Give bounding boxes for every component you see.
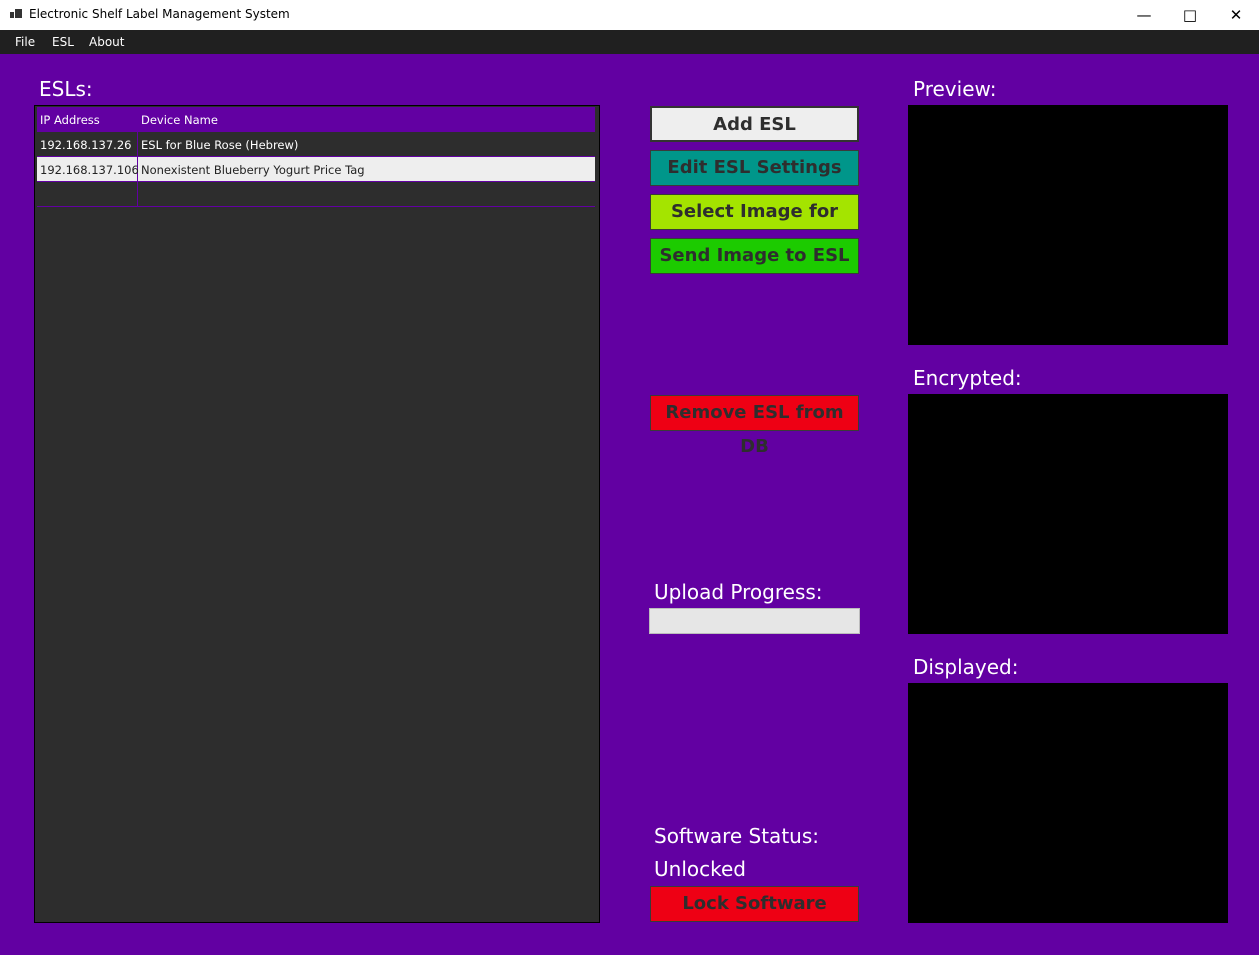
displayed-label: Displayed: — [913, 655, 1019, 679]
app-icon — [10, 9, 22, 19]
send-image-button[interactable]: Send Image to ESL — [650, 238, 859, 274]
close-icon[interactable]: ✕ — [1213, 0, 1259, 30]
menu-file[interactable]: File — [15, 35, 35, 49]
menu-about[interactable]: About — [89, 35, 124, 49]
maximize-icon[interactable]: □ — [1167, 0, 1213, 30]
select-image-button[interactable]: Select Image for ESL — [650, 194, 859, 256]
esls-label: ESLs: — [39, 77, 93, 101]
software-status-value: Unlocked — [654, 857, 746, 881]
table-row[interactable]: 192.168.137.106 Nonexistent Blueberry Yo… — [37, 157, 595, 182]
upload-progress-label: Upload Progress: — [654, 580, 823, 604]
menu-bar: File ESL About — [0, 30, 1259, 54]
upload-progress-bar — [649, 608, 860, 634]
remove-esl-button[interactable]: Remove ESL from DB — [650, 395, 859, 457]
ip-cell: 192.168.137.26 — [40, 138, 132, 152]
add-esl-button[interactable]: Add ESL — [650, 106, 859, 142]
ip-cell: 192.168.137.106 — [40, 163, 139, 177]
edit-esl-settings-button[interactable]: Edit ESL Settings — [650, 150, 859, 186]
lock-software-button[interactable]: Lock Software — [650, 886, 859, 922]
encrypted-label: Encrypted: — [913, 366, 1022, 390]
software-status-label: Software Status: — [654, 824, 819, 848]
menu-esl[interactable]: ESL — [52, 35, 74, 49]
name-cell: Nonexistent Blueberry Yogurt Price Tag — [141, 163, 365, 177]
table-header: IP Address Device Name — [37, 107, 595, 132]
displayed-image — [908, 683, 1228, 923]
minimize-icon[interactable]: — — [1121, 0, 1167, 30]
window-title: Electronic Shelf Label Management System — [29, 7, 290, 21]
preview-label: Preview: — [913, 77, 997, 101]
esl-table[interactable]: IP Address Device Name 192.168.137.26 ES… — [34, 105, 600, 923]
table-row[interactable]: 192.168.137.26 ESL for Blue Rose (Hebrew… — [37, 132, 595, 157]
title-bar: Electronic Shelf Label Management System… — [0, 0, 1259, 30]
name-cell: ESL for Blue Rose (Hebrew) — [141, 138, 299, 152]
column-header-ip[interactable]: IP Address — [40, 113, 100, 127]
table-row-empty[interactable] — [37, 182, 595, 207]
preview-image — [908, 105, 1228, 345]
column-header-name[interactable]: Device Name — [141, 113, 218, 127]
encrypted-image — [908, 394, 1228, 634]
